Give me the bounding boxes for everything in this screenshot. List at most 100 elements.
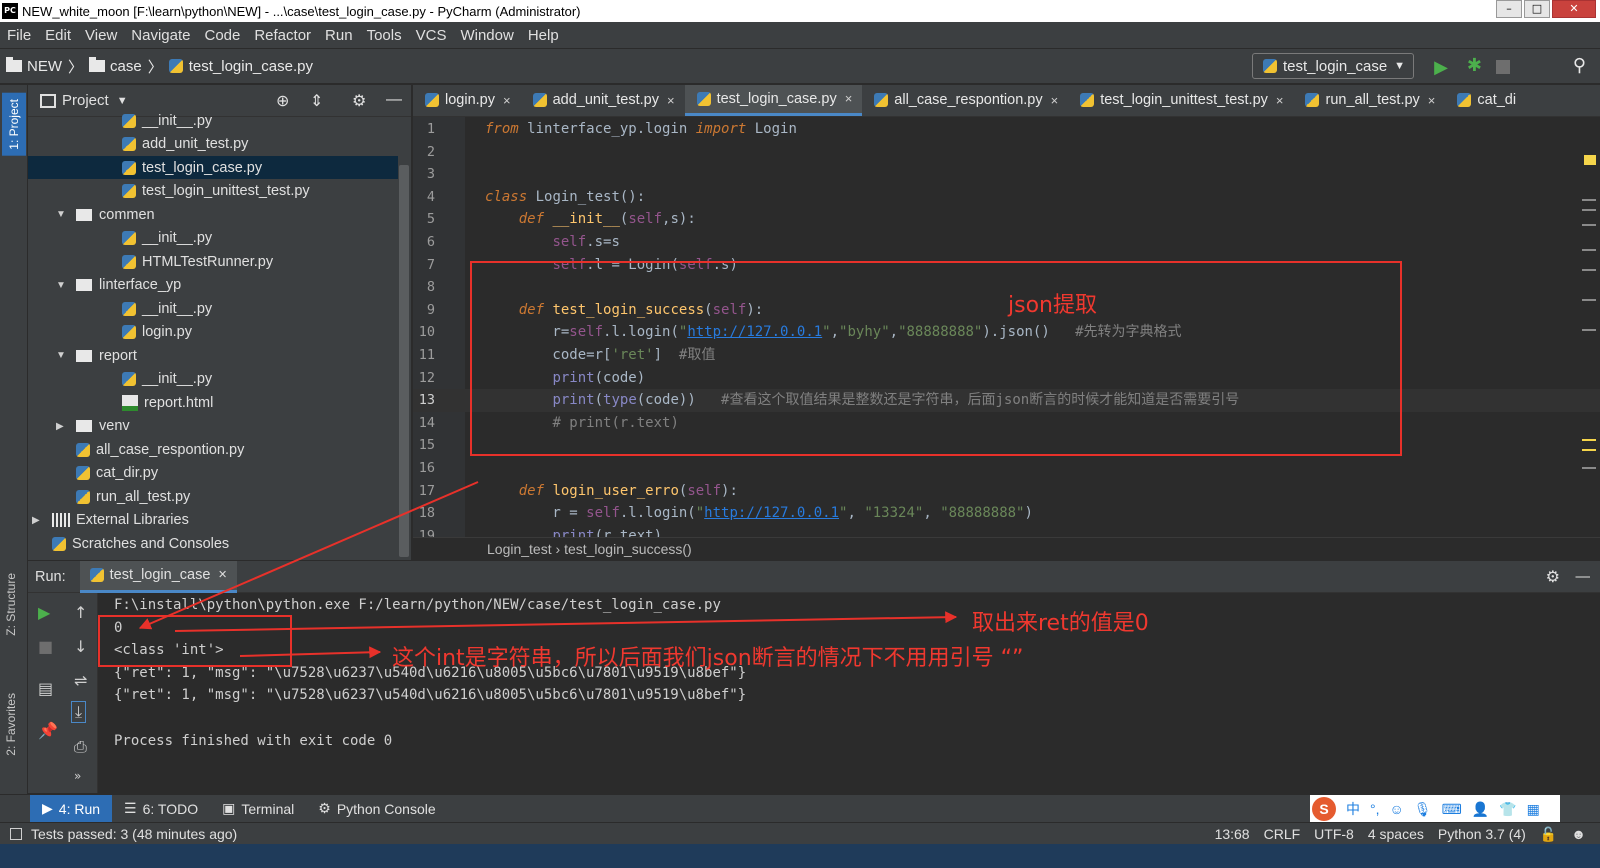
tree-item[interactable]: HTMLTestRunner.py: [28, 250, 398, 273]
editor-tab[interactable]: test_login_unittest_test.py ×: [1068, 85, 1293, 116]
tool-window-toggle-icon[interactable]: [10, 827, 22, 840]
menu-refactor[interactable]: Refactor: [247, 27, 318, 44]
code-line[interactable]: 19 print(r.text): [413, 525, 1600, 537]
expand-arrow-icon[interactable]: ▼: [56, 209, 70, 220]
editor-tab[interactable]: test_login_case.py ×: [684, 85, 863, 116]
sogou-logo-icon[interactable]: S: [1312, 797, 1336, 821]
code-line[interactable]: 16: [413, 457, 1600, 480]
maximize-button[interactable]: □: [1524, 0, 1550, 18]
menu-edit[interactable]: Edit: [38, 27, 78, 44]
tree-item[interactable]: test_login_unittest_test.py: [28, 180, 398, 203]
tree-item[interactable]: cat_dir.py: [28, 462, 398, 485]
menu-window[interactable]: Window: [453, 27, 520, 44]
tree-item[interactable]: ▶ venv: [28, 415, 398, 438]
breadcrumb-file[interactable]: test_login_case.py: [163, 58, 319, 75]
code-line[interactable]: 18 r = self.l.login("http://127.0.0.1", …: [413, 502, 1600, 525]
debug-bug-icon[interactable]: ✱: [1467, 55, 1482, 76]
skin-icon[interactable]: 👕: [1499, 801, 1516, 818]
gear-icon[interactable]: ⚙: [1546, 567, 1560, 587]
menu-code[interactable]: Code: [197, 27, 247, 44]
menu-help[interactable]: Help: [521, 27, 566, 44]
soft-wrap-icon[interactable]: ⇌: [74, 671, 87, 690]
editor-tab[interactable]: cat_di: [1445, 85, 1526, 116]
breadcrumb-new[interactable]: NEW: [0, 57, 68, 75]
project-view-select[interactable]: Project: [62, 92, 109, 109]
tree-item[interactable]: all_case_respontion.py: [28, 438, 398, 461]
scroll-down-icon[interactable]: ↓: [74, 637, 87, 656]
code-line[interactable]: 17 def login_user_erro(self):: [413, 480, 1600, 503]
run-tab-test-login-case[interactable]: test_login_case ×: [79, 560, 237, 593]
tree-item[interactable]: ▼ linterface_yp: [28, 274, 398, 297]
hide-panel-icon[interactable]: —: [386, 91, 402, 109]
status-message[interactable]: Tests passed: 3 (48 minutes ago): [31, 826, 237, 842]
ime-mode[interactable]: 中: [1346, 799, 1360, 819]
dropdown-caret-icon[interactable]: ▼: [117, 95, 128, 107]
menu-vcs[interactable]: VCS: [409, 27, 454, 44]
menu-navigate[interactable]: Navigate: [124, 27, 197, 44]
console-output[interactable]: F:\install\python\python.exe F:/learn/py…: [114, 593, 1594, 793]
emoji-icon[interactable]: ☺: [1390, 801, 1404, 817]
code-line[interactable]: 1 from linterface_yp.login import Login: [413, 118, 1600, 141]
editor-tab[interactable]: login.py ×: [413, 85, 521, 116]
breadcrumb-case[interactable]: case: [83, 57, 148, 75]
code-line[interactable]: 5 def __init__(self,s):: [413, 208, 1600, 231]
tree-item[interactable]: Scratches and Consoles: [28, 532, 398, 555]
code-line[interactable]: 6 self.s=s: [413, 231, 1600, 254]
keyboard-icon[interactable]: ⌨: [1442, 801, 1462, 818]
scroll-up-icon[interactable]: ↑: [74, 603, 87, 622]
tree-item[interactable]: run_all_test.py: [28, 485, 398, 508]
print-icon[interactable]: ⎙: [74, 737, 87, 757]
breadcrumb-class[interactable]: Login_test: [487, 541, 552, 557]
pin-tab-icon[interactable]: 📌: [38, 721, 58, 740]
tree-item[interactable]: login.py: [28, 321, 398, 344]
hide-panel-icon[interactable]: —: [1576, 569, 1591, 585]
caret-position[interactable]: 13:68: [1215, 826, 1250, 842]
editor-tab[interactable]: all_case_respontion.py ×: [862, 85, 1068, 116]
tree-item[interactable]: ▼ report: [28, 344, 398, 367]
tree-item[interactable]: __init__.py: [28, 227, 398, 250]
python-interpreter[interactable]: Python 3.7 (4): [1438, 826, 1526, 842]
toolbox-icon[interactable]: ▦: [1527, 801, 1540, 818]
line-separator[interactable]: CRLF: [1264, 826, 1301, 842]
project-tool-tab[interactable]: 1: Project: [2, 93, 26, 156]
breadcrumb-method[interactable]: test_login_success(): [564, 541, 692, 557]
more-icon[interactable]: »: [74, 769, 81, 783]
inspector-icon[interactable]: ☻: [1571, 826, 1586, 842]
file-encoding[interactable]: UTF-8: [1314, 826, 1354, 842]
layout-icon[interactable]: ▤: [38, 679, 53, 698]
code-line[interactable]: 4 class Login_test():: [413, 186, 1600, 209]
search-icon[interactable]: ⚲: [1573, 55, 1586, 76]
locate-target-icon[interactable]: ⊕: [276, 91, 289, 111]
stop-icon[interactable]: ■: [38, 637, 53, 656]
tree-item[interactable]: __init__.py: [28, 368, 398, 391]
expand-arrow-icon[interactable]: ▶: [32, 515, 46, 526]
expand-arrow-icon[interactable]: ▼: [56, 280, 70, 291]
close-icon[interactable]: ×: [667, 93, 675, 108]
menu-tools[interactable]: Tools: [360, 27, 409, 44]
tree-item[interactable]: test_login_case.py: [28, 156, 398, 179]
rerun-icon[interactable]: ▶: [38, 603, 50, 622]
minimize-button[interactable]: –: [1496, 0, 1522, 18]
tree-item[interactable]: __init__.py: [28, 109, 398, 132]
lock-icon[interactable]: 🔓: [1540, 826, 1557, 843]
project-scrollbar[interactable]: [399, 165, 409, 557]
menu-file[interactable]: File: [0, 27, 38, 44]
microphone-icon[interactable]: 🎙: [1414, 801, 1432, 818]
expand-arrow-icon[interactable]: ▼: [56, 350, 70, 361]
tree-item[interactable]: ▼ commen: [28, 203, 398, 226]
editor-tab[interactable]: run_all_test.py ×: [1293, 85, 1445, 116]
menu-view[interactable]: View: [78, 27, 124, 44]
tree-item[interactable]: report.html: [28, 391, 398, 414]
menu-run[interactable]: Run: [318, 27, 360, 44]
favorites-tool-tab[interactable]: 2: Favorites: [4, 693, 18, 756]
close-icon[interactable]: ×: [218, 567, 226, 583]
tree-item[interactable]: add_unit_test.py: [28, 133, 398, 156]
punctuation-icon[interactable]: °,: [1370, 801, 1380, 817]
structure-tool-tab[interactable]: Z: Structure: [4, 573, 18, 636]
close-icon[interactable]: ×: [1276, 93, 1284, 108]
tab-todo[interactable]: ☰ 6: TODO: [112, 795, 210, 823]
close-icon[interactable]: ×: [845, 91, 853, 106]
stop-icon[interactable]: [1496, 60, 1510, 74]
expand-arrow-icon[interactable]: ▶: [56, 421, 70, 432]
scroll-to-end-icon[interactable]: ⤓: [71, 701, 87, 723]
